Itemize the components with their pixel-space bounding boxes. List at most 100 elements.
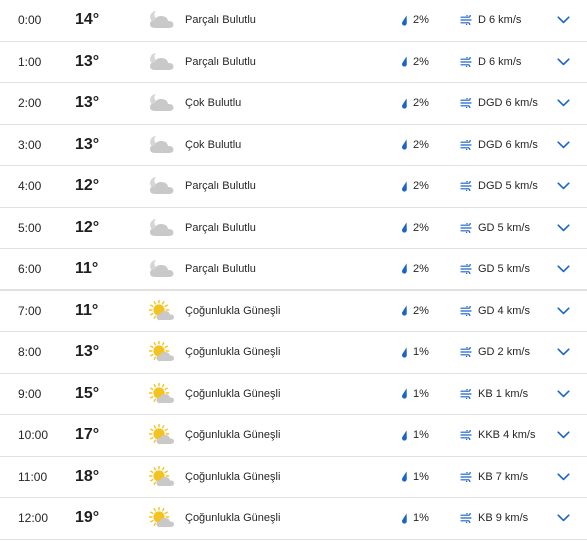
- hour-time: 0:00: [18, 13, 42, 28]
- wind: GD 5 km/s: [460, 208, 530, 249]
- hour-time: 4:00: [18, 179, 42, 194]
- hour-row[interactable]: 3:00 13° Çok Bulutlu 2% DGD 6 km/s: [0, 125, 587, 166]
- precipitation: 2%: [401, 125, 429, 166]
- raindrop-icon: [402, 15, 407, 26]
- wind-icon: [460, 347, 472, 358]
- partly-cloudy-night-icon: [148, 166, 178, 207]
- hour-time: 10:00: [18, 428, 49, 443]
- wind-value: D 6 km/s: [478, 14, 522, 27]
- precipitation: 1%: [401, 415, 429, 456]
- wind-value: DGD 6 km/s: [478, 138, 538, 151]
- expand-row-button[interactable]: [552, 457, 574, 498]
- mostly-sunny-icon: [148, 332, 178, 373]
- precipitation: 1%: [401, 457, 429, 498]
- precipitation-value: 1%: [413, 512, 429, 525]
- precipitation-value: 1%: [413, 387, 429, 400]
- hour-row[interactable]: 1:00 13° Parçalı Bulutlu 2% D 6 km/s: [0, 42, 587, 83]
- expand-row-button[interactable]: [552, 291, 574, 332]
- hour-row[interactable]: 10:00 17° Çoğunlukla Güneşli 1% KKB 4 km/s: [0, 415, 587, 457]
- expand-row-button[interactable]: [552, 415, 574, 456]
- wind-value: KB 1 km/s: [478, 387, 529, 400]
- raindrop-icon: [402, 222, 407, 233]
- wind: GD 5 km/s: [460, 249, 530, 289]
- hour-temperature: 15°: [75, 384, 100, 402]
- precipitation: 1%: [401, 332, 429, 373]
- precipitation: 2%: [401, 42, 429, 83]
- precipitation: 2%: [401, 0, 429, 41]
- wind-value: D 6 km/s: [478, 55, 522, 68]
- expand-row-button[interactable]: [552, 125, 574, 166]
- precipitation: 2%: [401, 249, 429, 289]
- hour-temperature: 13°: [75, 94, 100, 112]
- partly-cloudy-night-icon: [148, 249, 178, 289]
- chevron-down-icon: [556, 182, 570, 190]
- hour-temperature: 12°: [75, 177, 100, 195]
- raindrop-icon: [402, 471, 407, 482]
- expand-row-button[interactable]: [552, 249, 574, 289]
- wind: KB 1 km/s: [460, 374, 528, 415]
- hour-temperature: 11°: [75, 301, 99, 319]
- hour-condition: Parçalı Bulutlu: [185, 55, 256, 68]
- wind-icon: [460, 430, 472, 441]
- mostly-sunny-icon: [148, 291, 178, 332]
- hour-row[interactable]: 12:00 19° Çoğunlukla Güneşli 1% KB 9 km/s: [0, 498, 587, 540]
- expand-row-button[interactable]: [552, 83, 574, 124]
- chevron-down-icon: [556, 99, 570, 107]
- expand-row-button[interactable]: [552, 42, 574, 83]
- wind: GD 4 km/s: [460, 291, 530, 332]
- wind: KB 9 km/s: [460, 498, 528, 539]
- hour-condition: Çoğunlukla Güneşli: [185, 304, 281, 317]
- hour-time: 11:00: [18, 469, 48, 484]
- hour-condition: Çoğunlukla Güneşli: [185, 470, 281, 483]
- expand-row-button[interactable]: [552, 332, 574, 373]
- hour-row[interactable]: 7:00 11° Çoğunlukla Güneşli 2% GD 4 km/s: [0, 291, 587, 332]
- wind-value: KB 9 km/s: [478, 512, 529, 525]
- precipitation: 2%: [401, 166, 429, 207]
- hour-condition: Parçalı Bulutlu: [185, 262, 256, 275]
- hour-row[interactable]: 0:00 14° Parçalı Bulutlu 2% D 6 km/s: [0, 0, 587, 42]
- precipitation-value: 2%: [413, 221, 429, 234]
- mostly-sunny-icon: [148, 415, 178, 456]
- hour-row[interactable]: 11:00 18° Çoğunlukla Güneşli 1% KB 7 km/s: [0, 457, 587, 498]
- hour-time: 5:00: [18, 220, 42, 235]
- hour-row[interactable]: 4:00 12° Parçalı Bulutlu 2% DGD 5 km/s: [0, 166, 587, 208]
- precipitation: 1%: [401, 498, 429, 539]
- expand-row-button[interactable]: [552, 498, 574, 539]
- expand-row-button[interactable]: [552, 208, 574, 249]
- wind: DGD 6 km/s: [460, 125, 538, 166]
- wind-value: GD 2 km/s: [478, 346, 530, 359]
- raindrop-icon: [402, 263, 407, 274]
- expand-row-button[interactable]: [552, 374, 574, 415]
- hour-condition: Çoğunlukla Güneşli: [185, 429, 281, 442]
- chevron-down-icon: [556, 224, 570, 231]
- expand-row-button[interactable]: [552, 0, 574, 41]
- partly-cloudy-night-icon: [148, 208, 178, 249]
- hour-condition: Çoğunlukla Güneşli: [185, 346, 281, 359]
- hour-temperature: 14°: [75, 11, 100, 29]
- wind-icon: [460, 513, 472, 524]
- hour-temperature: 13°: [75, 52, 100, 70]
- partly-cloudy-night-icon: [148, 42, 178, 83]
- wind-icon: [460, 56, 472, 67]
- hour-row[interactable]: 6:00 11° Parçalı Bulutlu 2% GD 5 km/s: [0, 249, 587, 291]
- chevron-down-icon: [556, 431, 570, 439]
- wind-icon: [460, 98, 472, 109]
- hour-row[interactable]: 8:00 13° Çoğunlukla Güneşli 1% GD 2 km/s: [0, 332, 587, 374]
- hour-row[interactable]: 5:00 12° Parçalı Bulutlu 2% GD 5 km/s: [0, 208, 587, 249]
- mostly-sunny-icon: [148, 457, 178, 498]
- hour-temperature: 17°: [75, 426, 100, 444]
- hour-row[interactable]: 2:00 13° Çok Bulutlu 2% DGD 6 km/s: [0, 83, 587, 125]
- wind-value: GD 5 km/s: [478, 262, 530, 275]
- mostly-cloudy-night-icon: [148, 83, 178, 124]
- precipitation: 2%: [401, 291, 429, 332]
- wind-icon: [460, 305, 472, 316]
- hour-row[interactable]: 9:00 15° Çoğunlukla Güneşli 1% KB 1 km/s: [0, 374, 587, 415]
- wind: DGD 5 km/s: [460, 166, 538, 207]
- precipitation: 1%: [401, 374, 429, 415]
- wind: KKB 4 km/s: [460, 415, 535, 456]
- wind-value: KB 7 km/s: [478, 470, 529, 483]
- wind-icon: [460, 263, 472, 274]
- hourly-forecast-list: 0:00 14° Parçalı Bulutlu 2% D 6 km/s 1:00 13° P…: [0, 0, 587, 540]
- hour-time: 7:00: [18, 303, 42, 318]
- expand-row-button[interactable]: [552, 166, 574, 207]
